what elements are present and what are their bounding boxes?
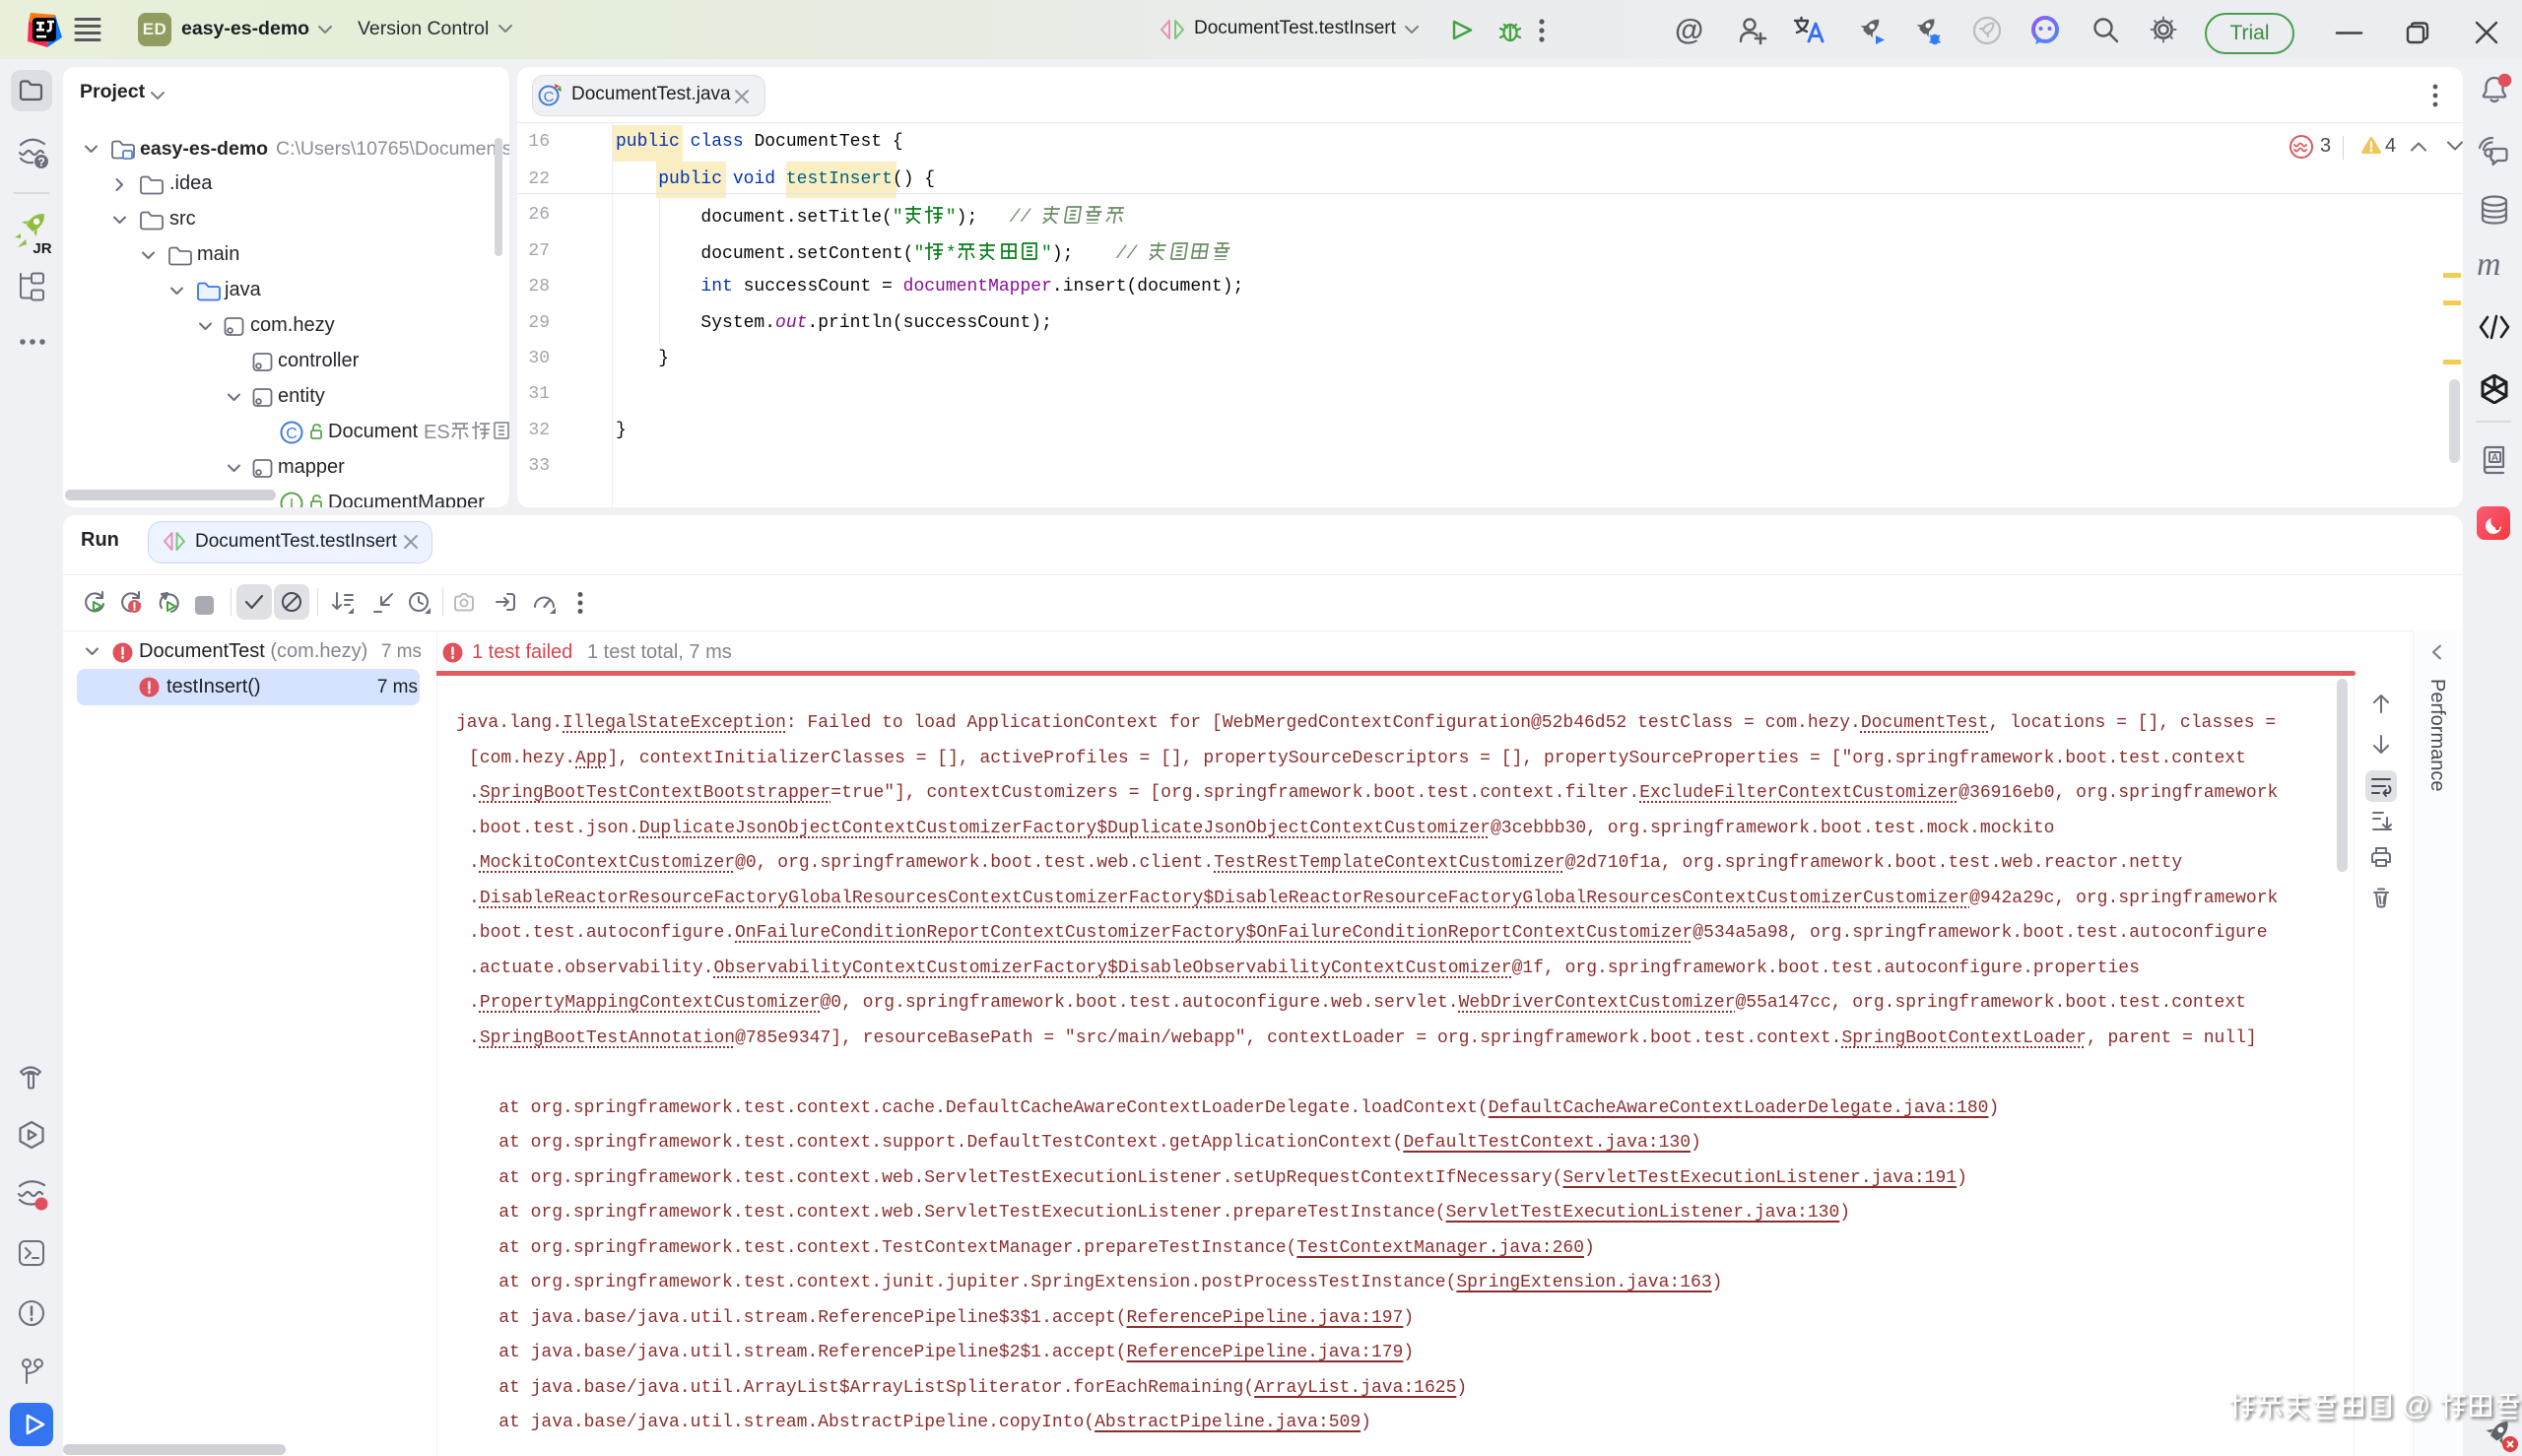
svg-text:C: C (544, 89, 555, 105)
svg-text:C: C (286, 426, 298, 442)
svg-text:I: I (290, 496, 294, 507)
svg-text:A: A (2491, 453, 2498, 464)
svg-text:JR: JR (33, 240, 51, 256)
svg-text:?: ? (37, 156, 44, 169)
